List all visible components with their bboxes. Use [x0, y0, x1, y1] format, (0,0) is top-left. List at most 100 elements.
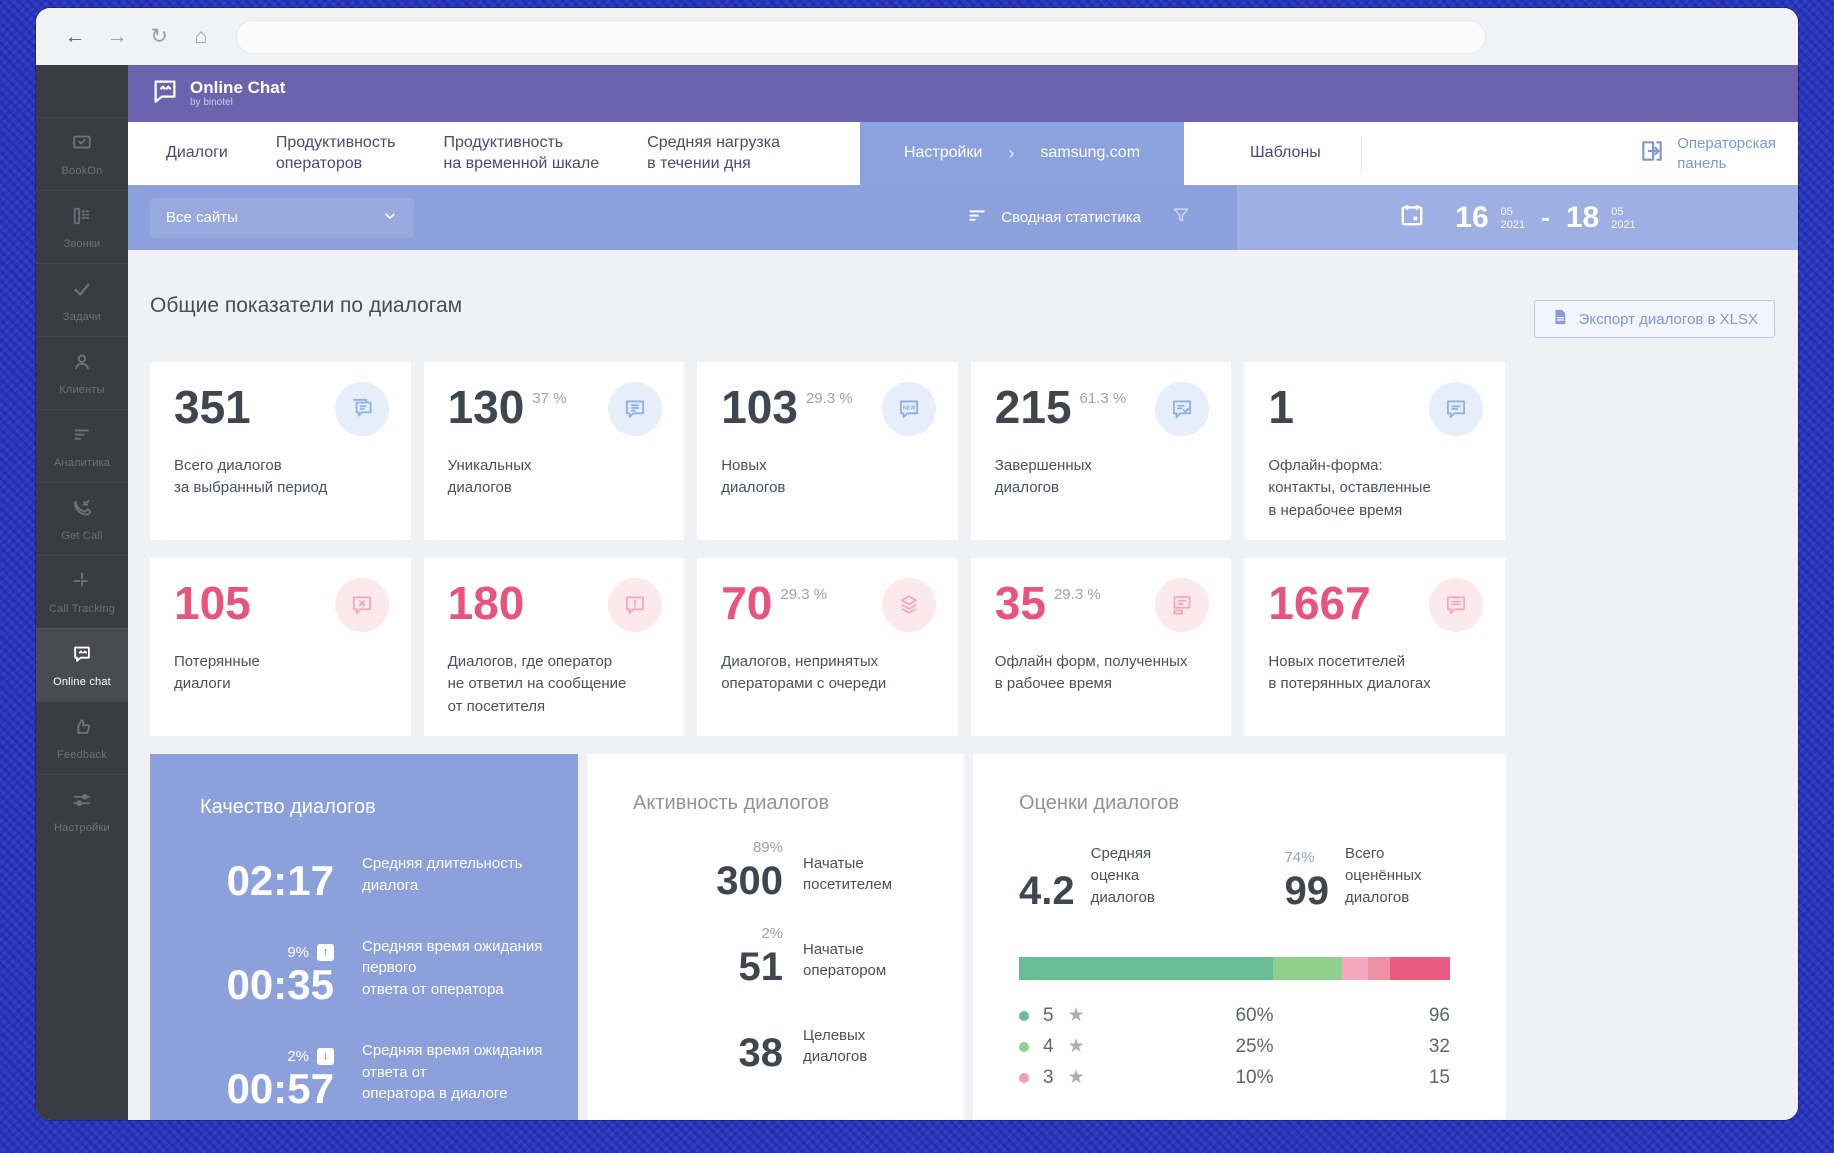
chat-lines-icon	[608, 382, 663, 436]
visitor-started-label: Начатые посетителем	[803, 854, 893, 894]
sidebar-item-label: BookOn	[61, 164, 103, 177]
rating-percent: 10%	[1235, 1066, 1274, 1088]
stat-card-unanswered-dialogs: 180 Диалогов, где оператор не ответил на…	[423, 558, 685, 736]
dialog-quality-panel: Качество диалогов 02:17 Средняя длительн…	[150, 754, 578, 1120]
total-rated: 74% 99 Всего оценённых диалогов	[1284, 843, 1450, 911]
ratings-bar-segment	[1019, 957, 1274, 981]
tab-settings-breadcrumb[interactable]: Настройки › samsung.com	[859, 122, 1185, 185]
incoming-call-icon	[71, 497, 93, 524]
chevron-right-icon: ›	[1008, 142, 1015, 163]
total-rated-label: Всего оценённых диалогов	[1344, 845, 1422, 906]
app-logo: Online Chat by binotel	[150, 76, 285, 111]
tab-timeline-productivity[interactable]: Продуктивность на временной шкале	[419, 122, 623, 185]
operator-panel-link[interactable]: Операторская панель	[1617, 122, 1798, 185]
chat-smile-icon	[71, 643, 93, 670]
ratings-bar	[1019, 957, 1450, 981]
target-dialogs-value: 38	[738, 1031, 784, 1075]
forward-icon[interactable]: →	[100, 20, 134, 54]
tab-operator-productivity[interactable]: Продуктивность операторов	[252, 122, 420, 185]
sidebar-item-label: Настройки	[54, 821, 110, 834]
sidebar-item-tasks[interactable]: Задачи	[36, 263, 128, 336]
divider	[1360, 136, 1362, 171]
check-icon	[71, 278, 93, 305]
chat-check-icon	[1155, 382, 1210, 436]
panel-title: Качество диалогов	[200, 796, 376, 818]
sidebar-item-label: Звонки	[63, 237, 101, 250]
app-header: Online Chat by binotel	[128, 65, 1798, 122]
export-xlsx-button[interactable]: Экспорт диалогов в XLSX	[1533, 300, 1775, 338]
sidebar-item-feedback[interactable]: Feedback	[36, 701, 128, 774]
chat-logo-icon	[150, 76, 180, 111]
xlsx-file-icon	[1551, 308, 1569, 330]
stat-card-unique-dialogs: 130 37 % Уникальных диалогов	[423, 362, 685, 540]
answer-wait-label: Средняя время ожидания ответа от операто…	[362, 1041, 543, 1103]
stat-cards-grid: 351 Всего диалогов за выбранный период 1…	[150, 362, 1505, 736]
date-separator: -	[1541, 202, 1550, 232]
bottom-panels: Качество диалогов 02:17 Средняя длительн…	[150, 754, 1506, 1120]
summary-statistics-control[interactable]: Сводная статистика	[967, 206, 1141, 230]
rating-dot	[1019, 1072, 1029, 1083]
date-range-picker[interactable]: 16 05 2021 - 18 05 2021	[1237, 185, 1798, 250]
panel-title: Активность диалогов	[633, 792, 830, 814]
sidebar-item-label: Feedback	[57, 748, 107, 761]
rating-count: 32	[1428, 1035, 1450, 1057]
sidebar-item-clients[interactable]: Клиенты	[36, 336, 128, 409]
exit-arrow-icon	[1639, 138, 1665, 170]
dialog-activity-panel: Активность диалогов 89% 300 Начатые посе…	[587, 754, 964, 1120]
sidebar-item-settings[interactable]: Настройки	[36, 774, 128, 847]
sidebar-item-getcall[interactable]: Get Call	[36, 482, 128, 555]
filter-funnel-icon[interactable]	[1171, 205, 1191, 230]
answer-wait-value: 00:57	[226, 1065, 334, 1112]
total-rated-value: 99	[1284, 869, 1329, 914]
date-from-monthyear: 05 2021	[1500, 205, 1526, 231]
sidebar-item-label: Аналитика	[53, 456, 111, 469]
svg-text:NEW: NEW	[902, 406, 916, 412]
dashboard-content: Общие показатели по диалогам Экспорт диа…	[128, 250, 1798, 1120]
sidebar-item-analytics[interactable]: Аналитика	[36, 409, 128, 482]
target-dialogs-label: Целевых диалогов	[803, 1026, 868, 1066]
rating-row: 4 ★ 25% 32	[1019, 1031, 1450, 1062]
operator-started-percent: 2%	[761, 925, 783, 942]
sidebar-item-calls[interactable]: Звонки	[36, 190, 128, 263]
sidebar-item-label: Задачи	[62, 310, 102, 323]
tab-templates[interactable]: Шаблоны	[1210, 122, 1361, 185]
ratings-bar-segment	[1368, 957, 1390, 981]
stat-card-offline-form-offhours: 1 Офлайн-форма: контакты, оставленные в …	[1244, 362, 1505, 540]
rating-stars-value: 4	[1043, 1035, 1054, 1057]
settings-label: Настройки	[903, 144, 983, 162]
rating-percent: 60%	[1235, 1004, 1274, 1026]
chevron-down-icon	[382, 208, 398, 228]
sidebar-item-label: Call Tracking	[48, 602, 116, 615]
sliders-icon	[71, 789, 93, 816]
visitor-started-percent: 89%	[752, 839, 783, 856]
delta-indicator: 9% ↑	[200, 943, 334, 961]
url-bar[interactable]	[236, 19, 1486, 54]
back-icon[interactable]: ←	[58, 20, 92, 54]
sidebar-item-calltracking[interactable]: Call Tracking	[36, 555, 128, 628]
ratings-summary: 4.2 Средняя оценка диалогов 74% 99 Всего…	[1019, 843, 1450, 911]
average-rating-label: Средняя оценка диалогов	[1090, 845, 1155, 906]
sites-dropdown-value: Все сайты	[166, 209, 238, 226]
tab-average-load[interactable]: Средняя нагрузка в течении дня	[623, 122, 804, 185]
rating-row: 5 ★ 60% 96	[1019, 1000, 1450, 1031]
refresh-icon[interactable]: ↻	[142, 20, 176, 54]
operator-started-label: Начатые оператором	[803, 940, 887, 980]
sidebar-item-onlinechat[interactable]: Online chat	[36, 628, 128, 701]
ratings-bar-segment	[1342, 957, 1369, 981]
queue-layers-icon	[881, 578, 936, 632]
rating-dot	[1019, 1010, 1029, 1021]
operator-panel-label: Операторская панель	[1677, 135, 1776, 172]
home-icon[interactable]: ⌂	[184, 20, 218, 54]
sidebar-item-label: Клиенты	[59, 383, 105, 396]
stat-card-new-dialogs: 103 29.3 % NEW Новых диалогов	[697, 362, 958, 540]
stat-card-finished-dialogs: 215 61.3 % Завершенных диалогов	[970, 362, 1232, 540]
chat-x-icon	[334, 578, 389, 632]
sidebar-item-bookon[interactable]: BookOn	[36, 117, 128, 190]
plus-target-icon	[71, 570, 93, 597]
avg-duration-label: Средняя длительность диалога	[362, 855, 523, 894]
avg-duration-value: 02:17	[226, 856, 334, 904]
tab-dialogs[interactable]: Диалоги	[142, 122, 252, 185]
first-answer-wait-label: Средняя время ожидания первого ответа от…	[362, 937, 543, 999]
sites-dropdown[interactable]: Все сайты	[150, 197, 414, 238]
